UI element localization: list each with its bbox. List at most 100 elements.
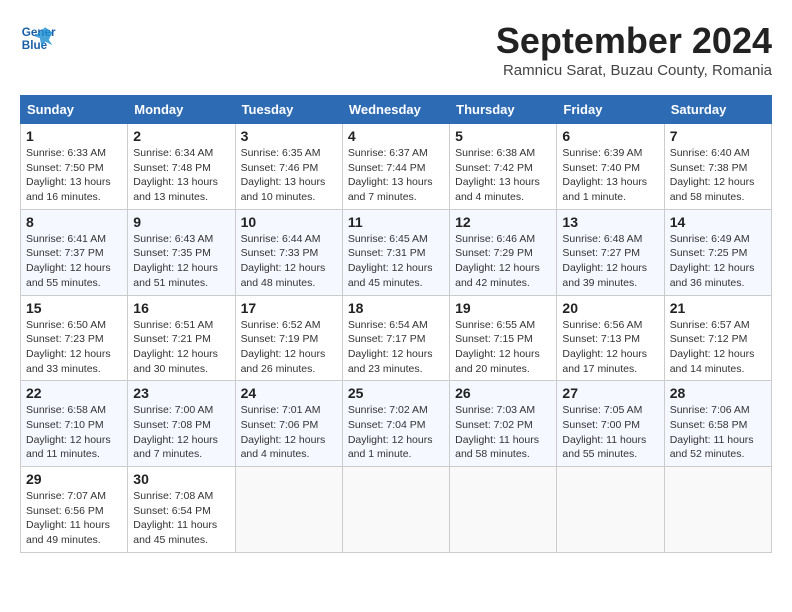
day-info: Sunrise: 6:56 AM Sunset: 7:13 PM Dayligh… [562, 318, 658, 377]
day-number: 11 [348, 214, 444, 230]
day-info: Sunrise: 7:01 AM Sunset: 7:06 PM Dayligh… [241, 403, 337, 462]
calendar-cell: 5 Sunrise: 6:38 AM Sunset: 7:42 PM Daylig… [450, 124, 557, 210]
calendar-cell: 21 Sunrise: 6:57 AM Sunset: 7:12 PM Dayli… [664, 295, 771, 381]
day-info: Sunrise: 6:48 AM Sunset: 7:27 PM Dayligh… [562, 232, 658, 291]
calendar-cell: 3Sunrise: 6:35 AM Sunset: 7:46 PM Daylig… [235, 124, 342, 210]
day-number: 24 [241, 385, 337, 401]
day-number: 12 [455, 214, 551, 230]
day-info: Sunrise: 6:54 AM Sunset: 7:17 PM Dayligh… [348, 318, 444, 377]
day-number: 25 [348, 385, 444, 401]
calendar-cell: 12 Sunrise: 6:46 AM Sunset: 7:29 PM Dayli… [450, 209, 557, 295]
day-info: Sunrise: 7:00 AM Sunset: 7:08 PM Dayligh… [133, 403, 229, 462]
day-info: Sunrise: 7:08 AM Sunset: 6:54 PM Dayligh… [133, 489, 229, 548]
calendar-table: SundayMondayTuesdayWednesdayThursdayFrid… [20, 95, 772, 553]
day-of-week-header: Friday [557, 96, 664, 124]
day-info: Sunrise: 7:05 AM Sunset: 7:00 PM Dayligh… [562, 403, 658, 462]
day-number: 15 [26, 300, 122, 316]
day-info: Sunrise: 6:37 AM Sunset: 7:44 PM Dayligh… [348, 146, 444, 205]
month-title: September 2024 [496, 20, 772, 62]
day-info: Sunrise: 7:07 AM Sunset: 6:56 PM Dayligh… [26, 489, 122, 548]
day-number: 30 [133, 471, 229, 487]
title-area: September 2024 Ramnicu Sarat, Buzau Coun… [496, 20, 772, 79]
calendar-cell: 14 Sunrise: 6:49 AM Sunset: 7:25 PM Dayli… [664, 209, 771, 295]
day-number: 8 [26, 214, 122, 230]
calendar-week-row: 8 Sunrise: 6:41 AM Sunset: 7:37 PM Daylig… [21, 209, 772, 295]
day-of-week-header: Wednesday [342, 96, 449, 124]
calendar-cell: 18 Sunrise: 6:54 AM Sunset: 7:17 PM Dayli… [342, 295, 449, 381]
day-number: 6 [562, 128, 658, 144]
calendar-week-row: 22 Sunrise: 6:58 AM Sunset: 7:10 PM Dayli… [21, 381, 772, 467]
calendar-cell: 10Sunrise: 6:44 AM Sunset: 7:33 PM Dayli… [235, 209, 342, 295]
calendar-cell: 19Sunrise: 6:55 AM Sunset: 7:15 PM Dayli… [450, 295, 557, 381]
logo-icon: General Blue [20, 20, 56, 56]
calendar-week-row: 29 Sunrise: 7:07 AM Sunset: 6:56 PM Dayli… [21, 467, 772, 553]
day-info: Sunrise: 7:03 AM Sunset: 7:02 PM Dayligh… [455, 403, 551, 462]
day-info: Sunrise: 6:49 AM Sunset: 7:25 PM Dayligh… [670, 232, 766, 291]
calendar-cell: 26 Sunrise: 7:03 AM Sunset: 7:02 PM Dayli… [450, 381, 557, 467]
day-of-week-header: Monday [128, 96, 235, 124]
day-number: 9 [133, 214, 229, 230]
day-number: 2 [133, 128, 229, 144]
day-number: 3 [241, 128, 337, 144]
day-number: 18 [348, 300, 444, 316]
calendar-cell: 13 Sunrise: 6:48 AM Sunset: 7:27 PM Dayli… [557, 209, 664, 295]
calendar-cell: 20 Sunrise: 6:56 AM Sunset: 7:13 PM Dayli… [557, 295, 664, 381]
day-info: Sunrise: 6:34 AM Sunset: 7:48 PM Dayligh… [133, 146, 229, 205]
day-info: Sunrise: 6:33 AM Sunset: 7:50 PM Dayligh… [26, 146, 122, 205]
day-number: 4 [348, 128, 444, 144]
day-number: 23 [133, 385, 229, 401]
calendar-cell: 30 Sunrise: 7:08 AM Sunset: 6:54 PM Dayli… [128, 467, 235, 553]
day-of-week-header: Sunday [21, 96, 128, 124]
day-info: Sunrise: 6:38 AM Sunset: 7:42 PM Dayligh… [455, 146, 551, 205]
calendar-cell [235, 467, 342, 553]
day-info: Sunrise: 6:41 AM Sunset: 7:37 PM Dayligh… [26, 232, 122, 291]
calendar-week-row: 15Sunrise: 6:50 AM Sunset: 7:23 PM Dayli… [21, 295, 772, 381]
day-info: Sunrise: 6:43 AM Sunset: 7:35 PM Dayligh… [133, 232, 229, 291]
day-number: 26 [455, 385, 551, 401]
day-number: 28 [670, 385, 766, 401]
day-info: Sunrise: 6:45 AM Sunset: 7:31 PM Dayligh… [348, 232, 444, 291]
day-number: 1 [26, 128, 122, 144]
day-info: Sunrise: 6:52 AM Sunset: 7:19 PM Dayligh… [241, 318, 337, 377]
day-info: Sunrise: 6:58 AM Sunset: 7:10 PM Dayligh… [26, 403, 122, 462]
calendar-cell: 17 Sunrise: 6:52 AM Sunset: 7:19 PM Dayli… [235, 295, 342, 381]
day-number: 5 [455, 128, 551, 144]
calendar-cell: 11 Sunrise: 6:45 AM Sunset: 7:31 PM Dayli… [342, 209, 449, 295]
day-number: 13 [562, 214, 658, 230]
day-number: 17 [241, 300, 337, 316]
logo: General Blue [20, 20, 56, 56]
day-info: Sunrise: 6:46 AM Sunset: 7:29 PM Dayligh… [455, 232, 551, 291]
day-info: Sunrise: 7:02 AM Sunset: 7:04 PM Dayligh… [348, 403, 444, 462]
calendar-cell [664, 467, 771, 553]
day-info: Sunrise: 6:44 AM Sunset: 7:33 PM Dayligh… [241, 232, 337, 291]
day-number: 29 [26, 471, 122, 487]
calendar-cell [557, 467, 664, 553]
day-number: 14 [670, 214, 766, 230]
calendar-cell: 16Sunrise: 6:51 AM Sunset: 7:21 PM Dayli… [128, 295, 235, 381]
day-number: 21 [670, 300, 766, 316]
calendar-cell: 7Sunrise: 6:40 AM Sunset: 7:38 PM Daylig… [664, 124, 771, 210]
day-number: 20 [562, 300, 658, 316]
location-subtitle: Ramnicu Sarat, Buzau County, Romania [496, 62, 772, 79]
calendar-cell: 28Sunrise: 7:06 AM Sunset: 6:58 PM Dayli… [664, 381, 771, 467]
day-number: 22 [26, 385, 122, 401]
day-info: Sunrise: 6:55 AM Sunset: 7:15 PM Dayligh… [455, 318, 551, 377]
calendar-cell: 9 Sunrise: 6:43 AM Sunset: 7:35 PM Daylig… [128, 209, 235, 295]
day-info: Sunrise: 6:51 AM Sunset: 7:21 PM Dayligh… [133, 318, 229, 377]
calendar-cell [450, 467, 557, 553]
calendar-cell: 24 Sunrise: 7:01 AM Sunset: 7:06 PM Dayli… [235, 381, 342, 467]
calendar-cell: 6 Sunrise: 6:39 AM Sunset: 7:40 PM Daylig… [557, 124, 664, 210]
calendar-cell: 8 Sunrise: 6:41 AM Sunset: 7:37 PM Daylig… [21, 209, 128, 295]
calendar-cell: 4 Sunrise: 6:37 AM Sunset: 7:44 PM Daylig… [342, 124, 449, 210]
header: General Blue September 2024 Ramnicu Sara… [20, 20, 772, 79]
day-info: Sunrise: 6:57 AM Sunset: 7:12 PM Dayligh… [670, 318, 766, 377]
day-info: Sunrise: 6:39 AM Sunset: 7:40 PM Dayligh… [562, 146, 658, 205]
calendar-cell [342, 467, 449, 553]
calendar-cell: 1 Sunrise: 6:33 AM Sunset: 7:50 PM Daylig… [21, 124, 128, 210]
calendar-cell: 27Sunrise: 7:05 AM Sunset: 7:00 PM Dayli… [557, 381, 664, 467]
day-number: 7 [670, 128, 766, 144]
calendar-cell: 25 Sunrise: 7:02 AM Sunset: 7:04 PM Dayli… [342, 381, 449, 467]
calendar-cell: 22 Sunrise: 6:58 AM Sunset: 7:10 PM Dayli… [21, 381, 128, 467]
day-of-week-header: Thursday [450, 96, 557, 124]
calendar-cell: 29 Sunrise: 7:07 AM Sunset: 6:56 PM Dayli… [21, 467, 128, 553]
